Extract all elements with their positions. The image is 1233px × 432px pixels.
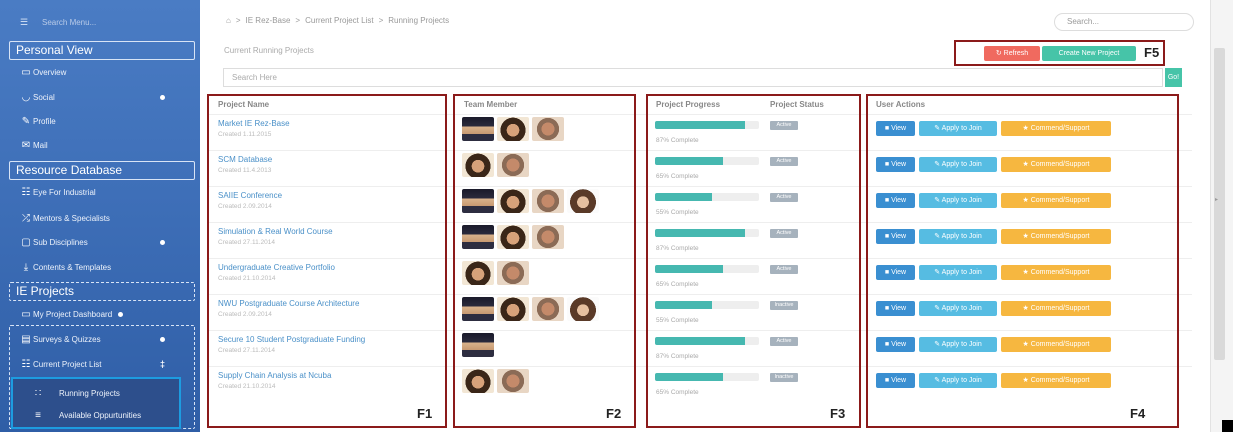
sidebar-item-running-projects[interactable]: ∷ Running Projects xyxy=(15,381,179,405)
breadcrumb-item: Running Projects xyxy=(388,16,450,25)
f2-frame xyxy=(453,94,636,428)
sidebar-item-label: Sub Disciplines xyxy=(33,237,88,247)
breadcrumb-separator: > xyxy=(295,16,301,25)
grid-icon: ☷ xyxy=(21,358,31,370)
frame-label-f5: F5 xyxy=(1144,45,1160,60)
refresh-label: Refresh xyxy=(1003,50,1029,57)
scrollbar-thumb[interactable] xyxy=(1214,48,1225,360)
corner-block xyxy=(1222,420,1233,432)
sidebar-item-label: Available Oppurtunities xyxy=(59,410,142,420)
alert-icon: ‡ xyxy=(159,359,165,369)
sitemap-icon: ☰ xyxy=(20,16,29,27)
sidebar-item-sub-disciplines[interactable]: ▢ Sub Disciplines xyxy=(9,230,195,254)
monitor-icon: ▭ xyxy=(21,66,31,78)
sidebar-item-label: Social xyxy=(33,92,55,102)
sidebar-item-mail[interactable]: ✉ Mail xyxy=(9,133,195,157)
frame-label-f3: F3 xyxy=(830,406,846,421)
sidebar-item-current-project-list[interactable]: ☷ Current Project List ‡ xyxy=(9,352,195,376)
sidebar-item-mentors[interactable]: ⤮ Mentors & Specialists xyxy=(9,206,195,230)
sidebar-item-label: Mentors & Specialists xyxy=(33,213,110,223)
notification-dot xyxy=(160,94,165,100)
shuffle-icon: ⤮ xyxy=(22,212,30,224)
breadcrumb-separator: > xyxy=(235,16,241,25)
download-icon: ⤓ xyxy=(23,261,29,273)
top-search-input[interactable]: Search... xyxy=(1054,13,1194,31)
sidebar-item-available-opportunities[interactable]: ≡ Available Oppurtunities xyxy=(15,403,179,427)
sidebar-search-placeholder: Search Menu... xyxy=(42,17,97,27)
f3-frame xyxy=(646,94,861,428)
sidebar-item-eye-for-industrial[interactable]: ☷ Eye For Industrial xyxy=(9,180,195,204)
notification-dot xyxy=(160,239,165,245)
refresh-icon: ↻ xyxy=(995,50,1002,57)
sidebar-item-label: Profile xyxy=(33,116,56,126)
sidebar-item-label: Running Projects xyxy=(59,388,120,398)
sidebar-item-label: Mail xyxy=(33,140,48,150)
notification-dot xyxy=(118,311,124,317)
sidebar-item-social[interactable]: ◡ Social xyxy=(9,85,195,109)
sidebar-item-label: Overview xyxy=(33,67,67,77)
project-search-input[interactable]: Search Here xyxy=(223,68,1163,87)
page-title: Current Running Projects xyxy=(224,46,314,55)
desktop-icon: ▭ xyxy=(21,308,31,320)
bars-icon: ≡ xyxy=(35,409,41,421)
section-title-resource-database: Resource Database xyxy=(9,161,195,180)
f4-frame xyxy=(866,94,1179,428)
breadcrumb-item[interactable]: IE Rez-Base xyxy=(246,16,291,25)
sidebar-item-my-project-dashboard[interactable]: ▭ My Project Dashboard xyxy=(9,302,195,326)
submenu-current-project-list: ∷ Running Projects ≡ Available Oppurtuni… xyxy=(11,377,181,429)
sidebar-item-label: Eye For Industrial xyxy=(33,187,96,197)
folder-icon: ▢ xyxy=(21,236,31,248)
sidebar-item-label: Current Project List xyxy=(33,359,102,369)
home-icon[interactable]: ⌂ xyxy=(226,16,231,25)
sidebar-item-label: My Project Dashboard xyxy=(33,309,113,319)
edit-icon: ✎ xyxy=(21,115,31,127)
frame-label-f4: F4 xyxy=(1130,406,1146,421)
sidebar-item-label: Contents & Templates xyxy=(33,262,112,272)
refresh-button[interactable]: ↻ Refresh xyxy=(984,46,1040,61)
frame-label-f1: F1 xyxy=(417,406,433,421)
breadcrumb: ⌂ > IE Rez-Base > Current Project List >… xyxy=(226,16,449,25)
f1-frame xyxy=(207,94,447,428)
scrollbar[interactable]: ▸ xyxy=(1210,0,1233,432)
sidebar-item-overview[interactable]: ▭ Overview xyxy=(9,60,195,84)
th-icon: ∷ xyxy=(34,387,42,399)
sidebar: ☰ Search Menu... Personal View ▭ Overvie… xyxy=(0,0,200,432)
create-new-project-button[interactable]: Create New Project xyxy=(1042,46,1136,61)
envelope-icon: ✉ xyxy=(21,139,31,151)
section-title-ie-projects: IE Projects xyxy=(9,282,195,301)
breadcrumb-item[interactable]: Current Project List xyxy=(305,16,373,25)
sidebar-search[interactable]: ☰ Search Menu... xyxy=(0,8,195,36)
main-content: ⌂ > IE Rez-Base > Current Project List >… xyxy=(200,0,1210,432)
sidebar-item-profile[interactable]: ✎ Profile xyxy=(9,109,195,133)
rss-icon: ◡ xyxy=(21,91,31,103)
section-title-personal-view: Personal View xyxy=(9,41,195,60)
sitemap-icon: ☷ xyxy=(21,186,31,198)
scroll-arrow-icon[interactable]: ▸ xyxy=(1215,196,1218,203)
f5-action-frame: ↻ Refresh Create New Project F5 xyxy=(954,40,1165,66)
breadcrumb-separator: > xyxy=(378,16,384,25)
sidebar-item-contents-templates[interactable]: ⤓ Contents & Templates xyxy=(9,255,195,279)
go-button[interactable]: Go! xyxy=(1165,68,1182,87)
frame-label-f2: F2 xyxy=(606,406,622,421)
